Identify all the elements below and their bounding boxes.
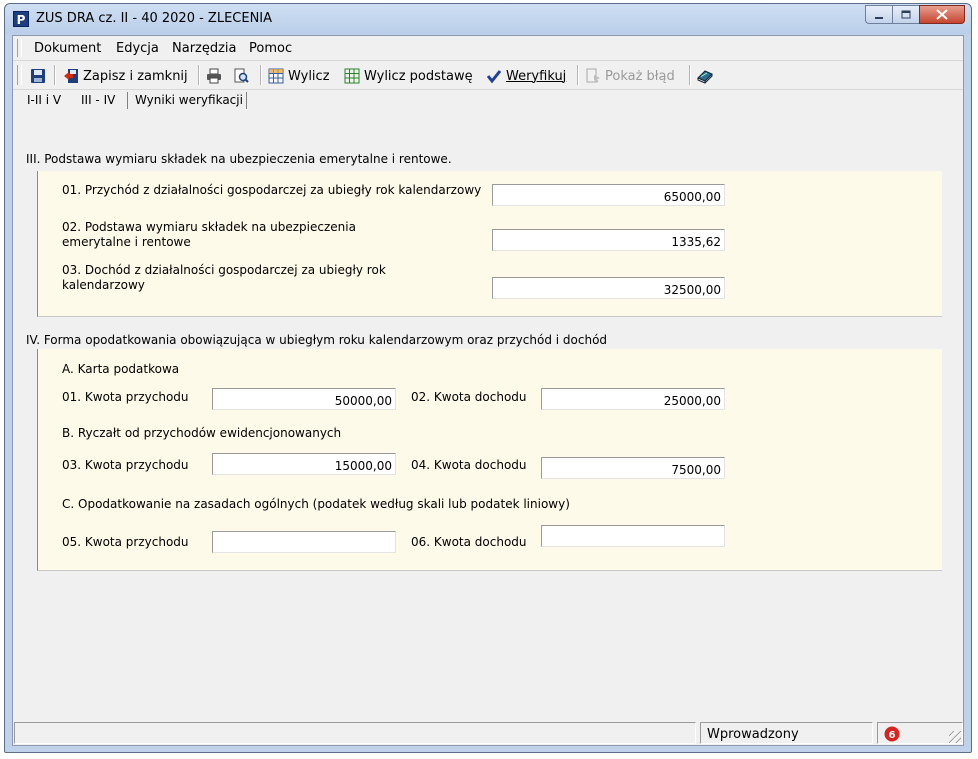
floppy-disk-icon xyxy=(31,69,45,83)
tab-bar: I-II i V III - IV Wyniki weryfikacji xyxy=(13,90,963,110)
help-book-button[interactable] xyxy=(697,66,717,86)
podstawa-wymiaru-field[interactable]: 1335,62 xyxy=(492,229,725,251)
menu-grip[interactable] xyxy=(17,39,22,57)
menu-edycja[interactable]: Edycja xyxy=(116,41,159,56)
dochod-field[interactable]: 32500,00 xyxy=(492,277,725,299)
verify-button[interactable]: Weryfikuj xyxy=(486,66,566,86)
group-c-income-field[interactable] xyxy=(212,531,396,553)
row-02-label-line1: 02. Podstawa wymiaru składek na ubezpiec… xyxy=(62,220,356,234)
tab-wyniki-weryfikacji[interactable]: Wyniki weryfikacji xyxy=(135,93,243,107)
row-03-label-line2: kalendarzowy xyxy=(62,278,145,292)
client-area: Dokument Edycja Narzędzia Pomoc Zapisz i… xyxy=(12,35,964,746)
save-close-button[interactable]: Zapisz i zamknij xyxy=(63,66,188,86)
group-a-title: A. Karta podatkowa xyxy=(62,362,180,376)
maximize-icon xyxy=(901,10,911,18)
menu-bar: Dokument Edycja Narzędzia Pomoc xyxy=(13,36,963,61)
show-error-label: Pokaż błąd xyxy=(605,68,675,84)
window-title: ZUS DRA cz. II - 40 2020 - ZLECENIA xyxy=(36,11,273,26)
row-03-label: 03. Dochód z działalności gospodarczej z… xyxy=(62,263,386,293)
group-b-profit-label: 04. Kwota dochodu xyxy=(411,458,527,472)
menu-dokument[interactable]: Dokument xyxy=(34,41,101,56)
section-iv-panel: A. Karta podatkowa 01. Kwota przychodu 5… xyxy=(37,349,942,571)
group-a-income-field[interactable]: 50000,00 xyxy=(212,388,396,410)
save-exit-icon xyxy=(64,69,78,83)
toolbar-separator xyxy=(54,65,56,85)
minimize-icon xyxy=(875,16,883,19)
tab-divider xyxy=(127,92,128,109)
caption-buttons xyxy=(865,5,965,24)
group-c-profit-field[interactable] xyxy=(541,525,725,547)
document-pointer-icon xyxy=(586,68,600,83)
toolbar-separator xyxy=(198,65,200,85)
print-preview-button[interactable] xyxy=(233,66,253,86)
spreadsheet-icon xyxy=(344,68,360,84)
row-02-label: 02. Podstawa wymiaru składek na ubezpiec… xyxy=(62,220,356,250)
calculator-icon xyxy=(268,68,284,84)
close-button[interactable] xyxy=(919,5,965,24)
maximize-button[interactable] xyxy=(892,5,919,24)
group-b-income-field[interactable]: 15000,00 xyxy=(212,453,396,475)
save-button[interactable] xyxy=(30,66,50,86)
group-b-title: B. Ryczałt od przychodów ewidencjonowany… xyxy=(62,426,342,440)
resize-grip[interactable] xyxy=(949,731,961,743)
group-a-profit-label: 02. Kwota dochodu xyxy=(411,390,527,404)
row-02-label-line2: emerytalne i rentowe xyxy=(62,235,191,249)
app-window: P ZUS DRA cz. II - 40 2020 - ZLECENIA Do… xyxy=(4,3,972,753)
title-bar[interactable]: P ZUS DRA cz. II - 40 2020 - ZLECENIA xyxy=(5,4,971,34)
status-panel-empty xyxy=(14,722,696,744)
save-close-label: Zapisz i zamknij xyxy=(83,68,188,84)
group-b-income-label: 03. Kwota przychodu xyxy=(62,458,189,472)
tab-i-ii-v[interactable]: I-II i V xyxy=(27,93,61,107)
section-iii-panel: 01. Przychód z działalności gospodarczej… xyxy=(37,171,942,317)
print-preview-icon xyxy=(234,68,249,83)
group-a-profit-field[interactable]: 25000,00 xyxy=(541,388,725,410)
error-count: 6 xyxy=(889,730,896,741)
toolbar-grip[interactable] xyxy=(17,65,22,85)
row-03-label-line1: 03. Dochód z działalności gospodarczej z… xyxy=(62,263,386,277)
printer-icon xyxy=(207,68,221,84)
group-b-profit-field[interactable]: 7500,00 xyxy=(541,457,725,479)
print-button[interactable] xyxy=(206,66,226,86)
show-error-button[interactable]: Pokaż błąd xyxy=(585,66,675,86)
group-a-income-label: 01. Kwota przychodu xyxy=(62,390,189,404)
calculate-button[interactable]: Wylicz xyxy=(268,66,330,86)
minimize-button[interactable] xyxy=(865,5,892,24)
toolbar-separator xyxy=(260,65,262,85)
tab-divider xyxy=(246,92,247,109)
close-icon xyxy=(936,9,948,20)
toolbar-separator xyxy=(689,65,691,85)
verify-label: Weryfikuj xyxy=(506,68,567,84)
calculate-label: Wylicz xyxy=(288,68,330,84)
menu-pomoc[interactable]: Pomoc xyxy=(249,41,292,56)
section-iii-title: III. Podstawa wymiaru składek na ubezpie… xyxy=(26,152,452,166)
checkmark-icon xyxy=(486,70,502,84)
status-bar: Wprowadzony 6 xyxy=(13,721,963,745)
group-c-income-label: 05. Kwota przychodu xyxy=(62,535,189,549)
row-01-label: 01. Przychód z działalności gospodarczej… xyxy=(62,183,482,197)
tab-iii-iv[interactable]: III - IV xyxy=(81,93,115,107)
form-content: III. Podstawa wymiaru składek na ubezpie… xyxy=(14,109,962,720)
calculate-base-button[interactable]: Wylicz podstawę xyxy=(344,66,473,86)
status-state: Wprowadzony xyxy=(700,722,873,744)
section-iv-title: IV. Forma opodatkowania obowiązująca w u… xyxy=(26,333,608,347)
toolbar-separator xyxy=(577,65,579,85)
toolbar: Zapisz i zamknij Wylicz Wylicz podstawę … xyxy=(13,61,963,90)
book-icon xyxy=(697,70,713,84)
menu-narzedzia[interactable]: Narzędzia xyxy=(172,41,237,56)
error-count-icon: 6 xyxy=(884,726,900,742)
group-c-profit-label: 06. Kwota dochodu xyxy=(411,535,527,549)
group-c-title: C. Opodatkowanie na zasadach ogólnych (p… xyxy=(62,497,570,511)
app-icon[interactable]: P xyxy=(13,11,29,27)
przychod-field[interactable]: 65000,00 xyxy=(492,184,725,206)
calculate-base-label: Wylicz podstawę xyxy=(364,68,473,84)
